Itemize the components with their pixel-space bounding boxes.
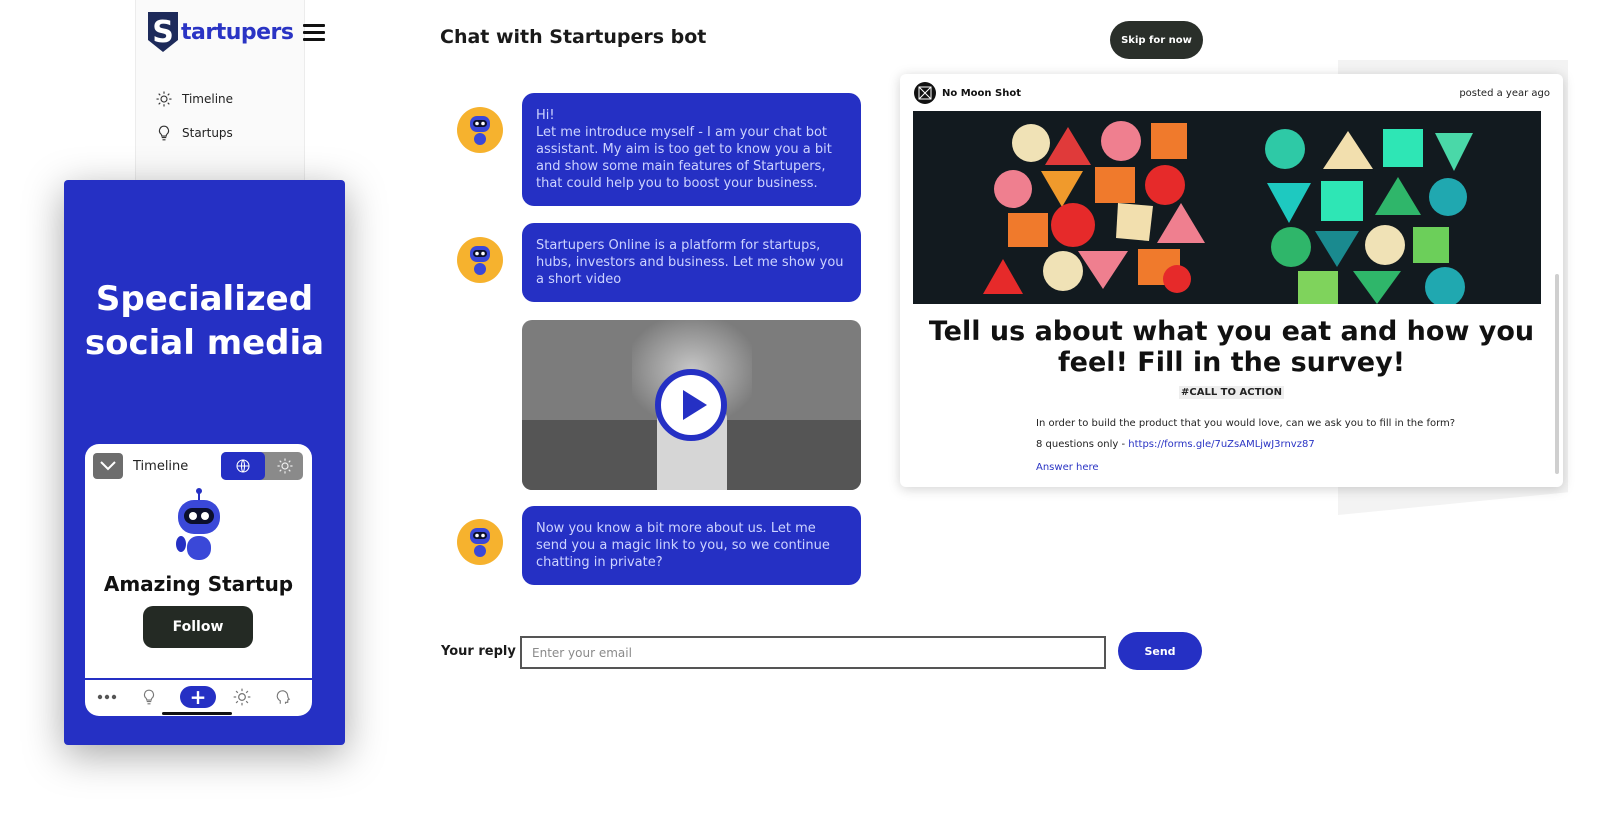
sidebar-item-label: Startups — [182, 126, 233, 140]
post-description: In order to build the product that you w… — [1036, 418, 1456, 429]
send-button[interactable]: Send — [1118, 632, 1202, 670]
head-brain-icon[interactable] — [275, 686, 293, 708]
logo-wordmark: tartupers — [181, 19, 294, 45]
post-questions: 8 questions only - https://forms.gle/7uZ… — [1036, 434, 1455, 455]
hamburger-menu-icon[interactable] — [303, 24, 325, 44]
survey-link[interactable]: https://forms.gle/7uZsAMLjwJ3rnvz87 — [1128, 439, 1314, 450]
phone-header: Timeline — [93, 453, 188, 479]
sidebar-item-label: Timeline — [182, 92, 234, 106]
bot-avatar — [457, 237, 503, 283]
post-body: In order to build the product that you w… — [1036, 413, 1455, 478]
follow-button[interactable]: Follow — [143, 606, 253, 648]
logo-shield-icon: S — [148, 12, 178, 52]
robot-avatar-icon — [470, 528, 490, 557]
bot-avatar — [457, 519, 503, 565]
view-toggle[interactable] — [221, 452, 303, 480]
home-indicator — [162, 712, 232, 715]
bot-message: Hi! Let me introduce myself - I am your … — [522, 93, 861, 206]
phone-bottom-nav: + — [85, 678, 312, 716]
post-title: Tell us about what you eat and how you f… — [928, 316, 1535, 378]
robot-avatar-icon — [470, 116, 490, 145]
startupers-logo[interactable]: S tartupers — [148, 12, 294, 52]
promo-title: Specialized social media — [84, 279, 325, 363]
phone-mockup: Timeline Amazing Startup Follow + — [85, 444, 312, 716]
post-tag-label: #CALL TO ACTION — [1179, 386, 1284, 399]
chat-title: Chat with Startupers bot — [440, 26, 707, 48]
gear-icon — [156, 91, 172, 107]
globe-icon[interactable] — [221, 452, 265, 480]
post-tag: #CALL TO ACTION — [900, 386, 1563, 399]
sidebar-item-timeline[interactable]: Timeline — [155, 90, 233, 108]
author-avatar-icon — [914, 82, 936, 104]
bot-message: Startupers Online is a platform for star… — [522, 223, 861, 302]
lightbulb-icon — [158, 125, 170, 141]
post-timestamp: posted a year ago — [1459, 87, 1550, 99]
post-header: No Moon Shot posted a year ago — [914, 82, 1550, 104]
robot-avatar-icon — [470, 246, 490, 275]
skip-button[interactable]: Skip for now — [1110, 21, 1203, 59]
startup-name: Amazing Startup — [103, 572, 294, 596]
sidebar-item-startups[interactable]: Startups — [155, 124, 233, 142]
post-questions-prefix: 8 questions only - — [1036, 439, 1129, 450]
bot-message: Now you know a bit more about us. Let me… — [522, 506, 861, 585]
answer-here-link[interactable]: Answer here — [1036, 457, 1455, 478]
phone-header-title: Timeline — [133, 458, 189, 474]
post-image — [913, 111, 1541, 304]
add-post-button[interactable]: + — [180, 686, 216, 708]
gear-icon[interactable] — [267, 452, 303, 480]
reply-label: Your reply — [441, 644, 516, 659]
gear-icon[interactable] — [232, 686, 252, 708]
bot-avatar — [457, 107, 503, 153]
post-author[interactable]: No Moon Shot — [914, 82, 1021, 104]
more-icon[interactable] — [97, 686, 117, 708]
play-icon[interactable] — [654, 368, 728, 442]
post-card: No Moon Shot posted a year ago Tell us a… — [900, 74, 1563, 487]
chevron-down-icon[interactable] — [93, 453, 123, 479]
robot-mascot-icon — [173, 486, 225, 570]
email-input[interactable] — [520, 636, 1106, 669]
lightbulb-icon[interactable] — [140, 686, 158, 708]
post-author-name: No Moon Shot — [942, 87, 1021, 99]
